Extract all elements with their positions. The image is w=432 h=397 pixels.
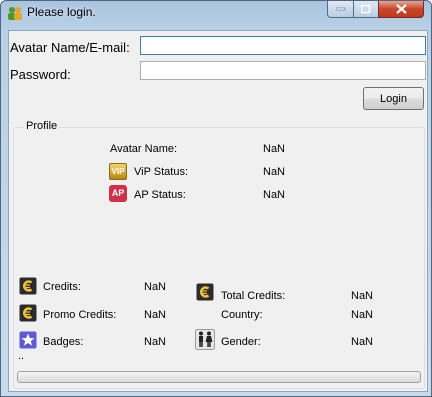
promo-credits-icon	[19, 304, 37, 322]
total-credits-value: NaN	[351, 290, 374, 302]
ap-status-value: NaN	[263, 189, 286, 201]
gender-value: NaN	[351, 336, 374, 348]
badges-label: Badges:	[43, 336, 84, 348]
ap-status-label: AP Status:	[134, 189, 186, 201]
maximize-icon	[361, 4, 371, 13]
login-button[interactable]: Login	[363, 87, 424, 110]
username-label: Avatar Name/E-mail:	[10, 40, 130, 55]
close-icon	[395, 4, 407, 14]
gender-icon	[195, 329, 215, 350]
login-window: Please login. Avatar Name/E-mail: Passwo…	[0, 0, 432, 397]
gender-label: Gender:	[221, 336, 261, 348]
badges-icon	[19, 331, 37, 349]
country-label: Country:	[221, 309, 263, 321]
profile-group: Profile Avatar Name: NaN VIP ViP Status:…	[13, 120, 425, 389]
window-title: Please login.	[27, 5, 96, 19]
status-text: ..	[18, 350, 25, 362]
badges-value: NaN	[144, 336, 167, 348]
credits-value: NaN	[144, 281, 167, 293]
avatar-name-value: NaN	[263, 143, 286, 155]
minimize-icon	[335, 7, 345, 11]
credits-icon	[19, 277, 37, 295]
password-input[interactable]	[140, 61, 426, 80]
total-credits-label: Total Credits:	[221, 290, 286, 302]
app-icon	[8, 7, 22, 20]
title-bar[interactable]: Please login.	[1, 1, 431, 25]
total-credits-icon	[196, 283, 214, 301]
username-input[interactable]	[140, 36, 426, 55]
ap-icon: AP	[109, 185, 127, 202]
vip-status-label: ViP Status:	[134, 166, 189, 178]
country-value: NaN	[351, 309, 374, 321]
promo-credits-value: NaN	[144, 309, 167, 321]
profile-group-title: Profile	[24, 120, 60, 132]
vip-icon: VIP	[109, 163, 127, 180]
close-button[interactable]	[378, 1, 424, 18]
vip-status-value: NaN	[263, 166, 286, 178]
minimize-button[interactable]	[327, 1, 354, 18]
client-area: Avatar Name/E-mail: Password: Login Prof…	[8, 30, 428, 392]
maximize-button[interactable]	[353, 1, 379, 18]
progress-bar	[17, 371, 421, 383]
credits-label: Credits:	[43, 281, 81, 293]
avatar-name-label: Avatar Name:	[110, 143, 178, 155]
password-label: Password:	[10, 67, 71, 82]
promo-credits-label: Promo Credits:	[43, 309, 117, 321]
